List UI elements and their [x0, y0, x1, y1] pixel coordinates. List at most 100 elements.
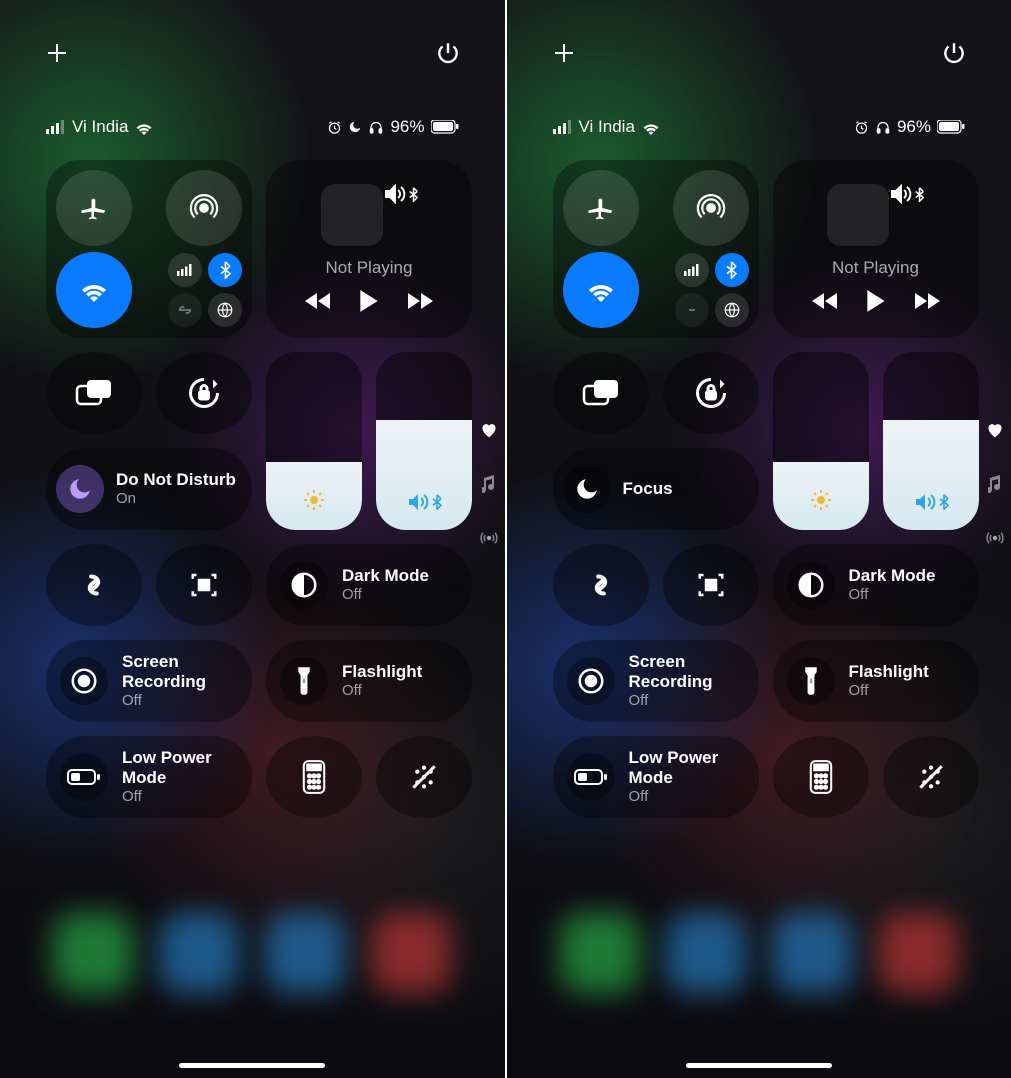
- volume-slider[interactable]: [376, 352, 472, 530]
- airdrop-icon: [696, 193, 726, 223]
- airplane-toggle[interactable]: [563, 170, 639, 246]
- battery-icon: [67, 768, 101, 786]
- focus-tile[interactable]: Focus: [553, 448, 759, 530]
- dark-mode-tile[interactable]: Dark ModeOff: [773, 544, 979, 626]
- rewind-icon[interactable]: [304, 291, 332, 311]
- page-indicator[interactable]: [985, 420, 1005, 548]
- calculator-button[interactable]: [773, 736, 869, 818]
- cellular-bars-icon: [177, 264, 193, 276]
- dark-mode-subtitle: Off: [849, 586, 936, 604]
- screen-recording-tile[interactable]: Screen RecordingOff: [553, 640, 759, 722]
- cellular-toggle[interactable]: [168, 253, 202, 287]
- shazam-button[interactable]: [553, 544, 649, 626]
- low-power-tile[interactable]: Low Power ModeOff: [46, 736, 252, 818]
- low-power-tile[interactable]: Low Power ModeOff: [553, 736, 759, 818]
- lpm-subtitle: Off: [122, 788, 252, 806]
- focus-icon-wrap: [56, 465, 104, 513]
- forward-icon[interactable]: [913, 291, 941, 311]
- headphones-icon: [368, 120, 384, 135]
- screen-mirroring-button[interactable]: [46, 352, 142, 434]
- mirror-icon: [582, 378, 620, 408]
- speaker-icon: [913, 492, 937, 512]
- volume-slider[interactable]: [883, 352, 979, 530]
- bluetooth-toggle[interactable]: [715, 253, 749, 287]
- bluetooth-icon: [915, 187, 924, 202]
- play-icon[interactable]: [358, 288, 380, 314]
- dark-mode-title: Dark Mode: [849, 566, 936, 586]
- focus-tile[interactable]: Do Not Disturb On: [46, 448, 252, 530]
- shazam-button[interactable]: [46, 544, 142, 626]
- now-playing-label: Not Playing: [326, 258, 413, 278]
- silence-button[interactable]: [883, 736, 979, 818]
- now-playing-tile[interactable]: Not Playing: [266, 160, 472, 338]
- calculator-button[interactable]: [266, 736, 362, 818]
- heart-icon: [986, 422, 1004, 438]
- calculator-icon: [809, 760, 833, 794]
- rotation-lock-icon: [693, 375, 729, 411]
- qr-icon: [189, 570, 219, 600]
- headphones-icon: [875, 120, 891, 135]
- plus-icon: [45, 41, 69, 65]
- rewind-icon[interactable]: [811, 291, 839, 311]
- qr-icon: [696, 570, 726, 600]
- airplane-toggle[interactable]: [56, 170, 132, 246]
- ping-off-icon: [408, 761, 440, 793]
- rotation-lock-button[interactable]: [156, 352, 252, 434]
- rotation-lock-button[interactable]: [663, 352, 759, 434]
- music-note-icon: [482, 475, 496, 493]
- brightness-slider[interactable]: [266, 352, 362, 530]
- flashlight-tile[interactable]: FlashlightOff: [773, 640, 979, 722]
- broadcast-icon: [986, 530, 1004, 546]
- flash-title: Flashlight: [342, 662, 422, 682]
- flashlight-tile[interactable]: FlashlightOff: [266, 640, 472, 722]
- connectivity-group[interactable]: [553, 160, 759, 338]
- forward-icon[interactable]: [406, 291, 434, 311]
- dark-mode-subtitle: Off: [342, 586, 429, 604]
- vpn-toggle[interactable]: [715, 293, 749, 327]
- speaker-icon: [383, 184, 407, 204]
- wifi-toggle[interactable]: [56, 252, 132, 328]
- home-indicator[interactable]: [686, 1063, 832, 1068]
- add-control-button[interactable]: [543, 32, 585, 74]
- wifi-icon: [585, 278, 617, 302]
- hotspot-toggle[interactable]: [675, 293, 709, 327]
- carrier-label: Vi India: [72, 117, 128, 137]
- wifi-icon: [78, 278, 110, 302]
- cellular-bars-icon: [684, 264, 700, 276]
- heart-icon: [480, 422, 498, 438]
- power-icon: [435, 40, 461, 66]
- control-center-screen-left: Vi India 96%: [0, 0, 506, 1078]
- power-button[interactable]: [933, 32, 975, 74]
- brightness-slider[interactable]: [773, 352, 869, 530]
- dark-mode-tile[interactable]: Dark ModeOff: [266, 544, 472, 626]
- focus-icon-wrap: [563, 465, 611, 513]
- connectivity-group[interactable]: [46, 160, 252, 338]
- dark-mode-icon: [289, 570, 319, 600]
- screen-recording-tile[interactable]: Screen RecordingOff: [46, 640, 252, 722]
- carrier-label: Vi India: [579, 117, 635, 137]
- qr-scan-button[interactable]: [663, 544, 759, 626]
- airdrop-toggle[interactable]: [166, 170, 242, 246]
- qr-scan-button[interactable]: [156, 544, 252, 626]
- broadcast-icon: [480, 530, 498, 546]
- battery-percent: 96%: [390, 117, 424, 137]
- lpm-title: Low Power Mode: [122, 748, 252, 789]
- now-playing-label: Not Playing: [832, 258, 919, 278]
- screen-mirroring-button[interactable]: [553, 352, 649, 434]
- bluetooth-icon: [939, 494, 949, 510]
- cellular-toggle[interactable]: [675, 253, 709, 287]
- hotspot-toggle[interactable]: [168, 293, 202, 327]
- now-playing-tile[interactable]: Not Playing: [773, 160, 979, 338]
- power-button[interactable]: [427, 32, 469, 74]
- wifi-toggle[interactable]: [563, 252, 639, 328]
- vpn-toggle[interactable]: [208, 293, 242, 327]
- airdrop-toggle[interactable]: [673, 170, 749, 246]
- silence-button[interactable]: [376, 736, 472, 818]
- bluetooth-toggle[interactable]: [208, 253, 242, 287]
- bluetooth-icon: [432, 494, 442, 510]
- focus-subtitle: On: [116, 490, 236, 508]
- add-control-button[interactable]: [36, 32, 78, 74]
- page-indicator[interactable]: [479, 420, 499, 548]
- home-indicator[interactable]: [179, 1063, 325, 1068]
- play-icon[interactable]: [865, 288, 887, 314]
